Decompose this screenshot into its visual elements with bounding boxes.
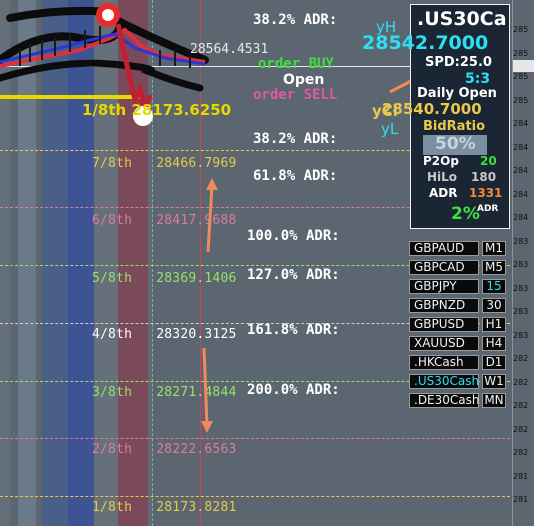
adr-100: 100.0% ADR: — [247, 228, 340, 244]
panel-adr-value: 1331 — [469, 186, 503, 200]
partial-price-label: 28564.4531 — [190, 42, 269, 57]
trading-chart[interactable]: 7/8th 28466.7969 6/8th 28417.9688 5/8th … — [0, 0, 534, 526]
panel-adr-pct: 2% — [451, 204, 480, 224]
axis-tick-label: 281 — [513, 495, 529, 504]
timeframe-w1[interactable]: W1 — [482, 374, 506, 389]
timeframe-15[interactable]: 15 — [482, 279, 506, 294]
axis-tick-label: 282 — [513, 377, 529, 387]
symbol-hkcash[interactable]: .HKCash — [409, 355, 479, 370]
axis-tick-label: 282 — [513, 401, 529, 410]
timeframe-h4[interactable]: H4 — [482, 336, 506, 351]
adr-61: 61.8% ADR: — [253, 168, 338, 184]
symbol-gbpusd[interactable]: GBPUSD — [409, 317, 479, 332]
axis-tick-label: 285 — [513, 25, 529, 34]
axis-tick-label: 282 — [513, 448, 529, 457]
adr-127: 127.0% ADR: — [247, 267, 340, 283]
adr-200: 200.0% ADR: — [247, 382, 340, 398]
symbol-xauusd[interactable]: XAUUSD — [409, 336, 479, 351]
axis-tick-label: 283 — [513, 330, 529, 340]
axis-tick-label: 281 — [513, 471, 529, 481]
axis-tick-label: 284 — [513, 189, 529, 199]
yl-label: yL — [381, 120, 399, 138]
open-level-label: 1/8th 28173.6250 — [82, 101, 232, 119]
axis-tick-label: 282 — [513, 354, 529, 363]
adr-161: 161.8% ADR: — [247, 322, 340, 338]
adr-38: 38.2% ADR: — [253, 131, 338, 147]
axis-tick-label: 284 — [513, 166, 529, 175]
axis-tick-label: 283 — [513, 260, 529, 269]
panel-bidratio-value: 50% — [435, 134, 476, 154]
order-sell-label: order SELL — [253, 87, 338, 103]
arrow-line — [206, 184, 214, 253]
panel-p2op-value: 20 — [480, 154, 497, 168]
moving-average-black — [0, 59, 204, 92]
moving-average-black — [6, 6, 114, 22]
symbol-us30cash[interactable]: .US30Cash — [409, 374, 479, 389]
axis-tick-label: 284 — [513, 213, 529, 222]
axis-tick-label: 282 — [513, 424, 529, 434]
axis-tick-label: 285 — [513, 48, 529, 58]
panel-adr-label: ADR — [429, 186, 458, 200]
panel-adr-pct-suffix: ADR — [477, 204, 499, 214]
axis-tick-label: 284 — [513, 142, 529, 152]
panel-hilo-value: 180 — [471, 170, 497, 184]
symbol-gbpjpy[interactable]: GBPJPY — [409, 279, 479, 294]
panel-daily-open-value: 28540.7000 — [382, 100, 482, 118]
panel-bidratio-label: BidRatio — [423, 119, 486, 134]
panel-price: 28542.7000 — [362, 32, 489, 54]
timeframe-30[interactable]: 30 — [482, 298, 506, 313]
axis-tick-label: 283 — [513, 283, 529, 293]
axis-tick-label: 285 — [513, 72, 529, 81]
panel-symbol: .US30Ca — [417, 8, 507, 30]
panel-spread: SPD:25.0 — [425, 55, 492, 70]
axis-tick-label: 283 — [513, 236, 529, 246]
arrow-line — [202, 347, 209, 426]
timeframe-m1[interactable]: M1 — [482, 241, 506, 256]
open-label: Open — [283, 72, 325, 88]
axis-tick-label: 283 — [513, 307, 529, 316]
current-price-tag — [513, 60, 534, 72]
timeframe-d1[interactable]: D1 — [482, 355, 506, 370]
panel-hilo-label: HiLo — [427, 170, 458, 184]
symbol-gbpcad[interactable]: GBPCAD — [409, 260, 479, 275]
symbol-gbpnzd[interactable]: GBPNZD — [409, 298, 479, 313]
adr-38-top: 38.2% ADR: — [253, 12, 338, 28]
order-buy-label: order BUY — [258, 56, 334, 72]
panel-ratio: 5:3 — [465, 71, 491, 87]
timeframe-mn[interactable]: MN — [482, 393, 506, 408]
panel-p2op-label: P2Op — [423, 154, 459, 168]
timeframe-m5[interactable]: M5 — [482, 260, 506, 275]
symbol-gbpaud[interactable]: GBPAUD — [409, 241, 479, 256]
panel-daily-open-label: Daily Open — [417, 86, 497, 101]
symbol-de30cash[interactable]: .DE30Cash — [409, 393, 480, 408]
timeframe-h1[interactable]: H1 — [482, 317, 506, 332]
axis-tick-label: 285 — [513, 95, 529, 105]
axis-tick-label: 284 — [513, 119, 529, 128]
